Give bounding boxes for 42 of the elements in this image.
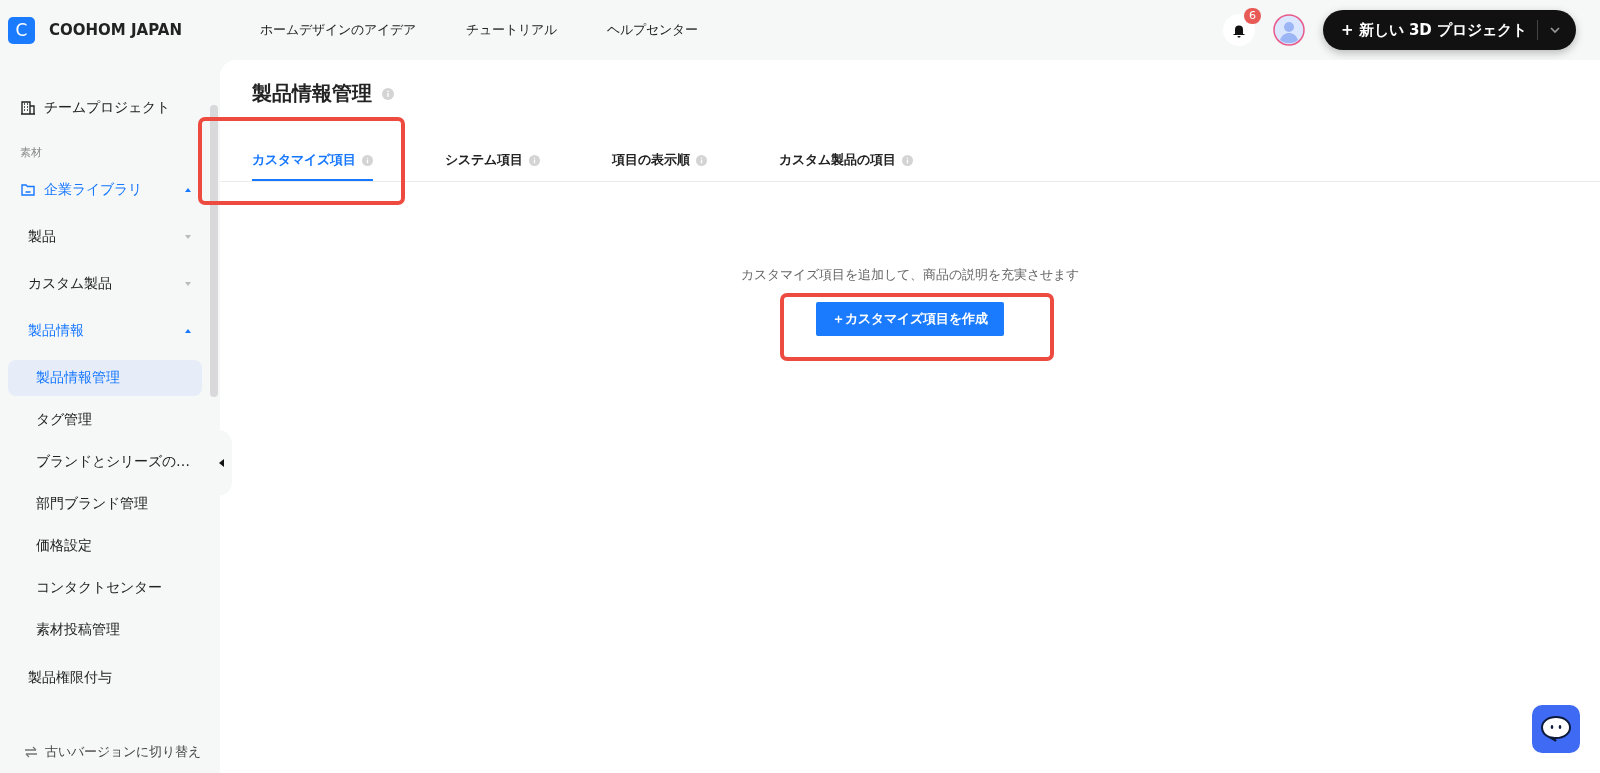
speech-bubble-icon xyxy=(1539,714,1573,744)
folder-icon xyxy=(20,181,36,198)
sidebar-item[interactable]: 素材投稿管理 xyxy=(8,612,202,648)
sidebar-item[interactable]: 製品情報管理 xyxy=(8,360,202,396)
building-icon xyxy=(20,99,36,116)
info-icon xyxy=(902,154,913,166)
brand-name: COOHOM JAPAN xyxy=(49,21,182,39)
notification-badge: 6 xyxy=(1243,8,1261,24)
sidebar-group[interactable]: 企業ライブラリ xyxy=(44,180,142,199)
switch-version-link[interactable]: 古いバージョンに切り替え xyxy=(45,743,201,761)
empty-message: カスタマイズ項目を追加して、商品の説明を充実させます xyxy=(741,266,1079,284)
info-icon xyxy=(382,87,394,100)
sidebar-item[interactable]: 製品 xyxy=(28,227,56,246)
sidebar-item[interactable]: カスタム製品 xyxy=(28,274,112,293)
sidebar-item[interactable]: チームプロジェクト xyxy=(44,98,170,117)
info-icon xyxy=(362,154,373,166)
tab[interactable]: カスタム製品の項目 xyxy=(779,143,913,181)
sidebar-item[interactable]: コンタクトセンター xyxy=(8,570,202,606)
create-button[interactable]: ＋カスタマイズ項目を作成 xyxy=(816,302,1004,336)
sidebar-item[interactable]: 部門ブランド管理 xyxy=(8,486,202,522)
sidebar-item[interactable]: 製品権限付与 xyxy=(28,668,112,687)
sidebar-item[interactable]: タグ管理 xyxy=(8,402,202,438)
tab[interactable]: カスタマイズ項目 xyxy=(252,143,373,181)
tab[interactable]: システム項目 xyxy=(445,143,540,181)
nav-link[interactable]: ヘルプセンター xyxy=(607,21,698,39)
page-title: 製品情報管理 xyxy=(252,80,372,107)
swap-icon xyxy=(24,746,38,758)
chat-button[interactable] xyxy=(1532,705,1580,753)
new-project-button[interactable]: + 新しい 3D プロジェクト xyxy=(1322,10,1576,50)
sidebar-item[interactable]: 価格設定 xyxy=(8,528,202,564)
logo-icon: C xyxy=(8,16,35,44)
nav-link[interactable]: チュートリアル xyxy=(466,21,557,39)
avatar-icon[interactable] xyxy=(1272,14,1305,46)
tab[interactable]: 項目の表示順 xyxy=(612,143,707,181)
nav-link[interactable]: ホームデザインのアイデア xyxy=(260,21,416,39)
scrollbar[interactable] xyxy=(210,105,218,397)
caret-left-icon xyxy=(219,459,225,467)
info-icon xyxy=(529,154,540,166)
info-icon xyxy=(696,154,707,166)
section-label: 素材 xyxy=(19,145,43,161)
sidebar-item[interactable]: ブランドとシリーズの… xyxy=(8,444,202,480)
sidebar-item[interactable]: 製品情報 xyxy=(28,321,84,340)
